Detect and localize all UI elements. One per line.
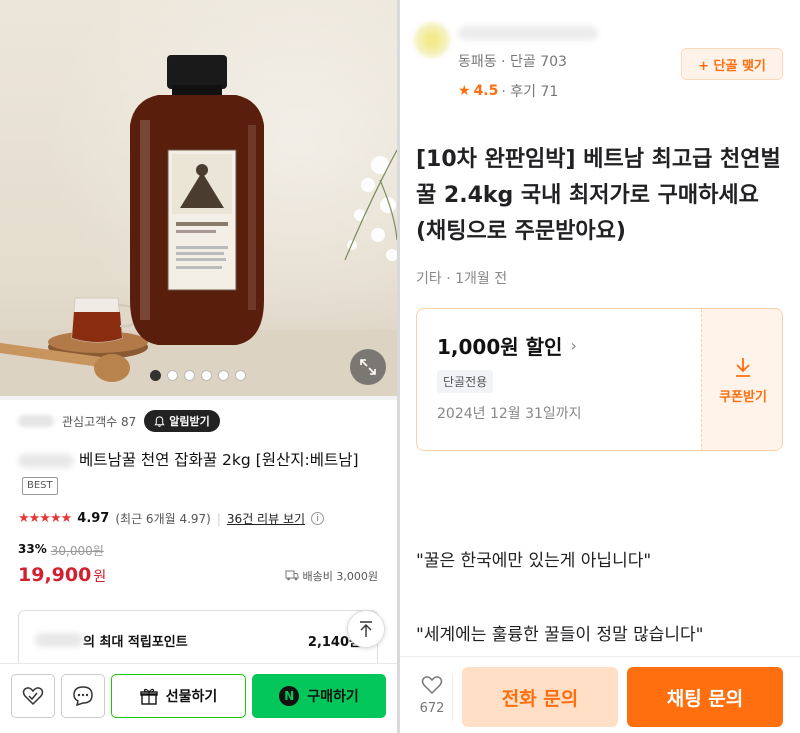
gallery-dot-4[interactable]	[201, 370, 212, 381]
heart-icon	[421, 676, 443, 695]
scroll-to-top-button[interactable]	[347, 610, 385, 648]
interest-count: 관심고객수 87	[62, 414, 137, 429]
review-link[interactable]: 36건 리뷰 보기	[227, 510, 305, 527]
info-icon[interactable]: i	[311, 512, 325, 525]
discount-row: 33% 30,000원	[18, 542, 104, 559]
product-page-left: 관심고객수 87 알림받기 베트남꿀 천연 잡화꿀 2kg [원산지:베트남] …	[0, 0, 397, 733]
seller-review-count: · 후기 71	[501, 84, 559, 100]
alarm-button[interactable]: 알림받기	[144, 410, 220, 432]
talk-button[interactable]	[61, 674, 105, 718]
bell-icon	[154, 415, 165, 427]
gift-button[interactable]: 선물하기	[111, 674, 246, 718]
buy-button[interactable]: N 구매하기	[252, 674, 386, 718]
coupon-expiry: 2024년 12월 31일까지	[437, 406, 582, 422]
gallery-dot-5[interactable]	[218, 370, 229, 381]
expand-icon	[360, 359, 376, 375]
body-quote-1: "꿀은 한국에만 있는게 아닙니다"	[416, 551, 652, 571]
download-icon	[736, 358, 750, 377]
store-name-blurred	[18, 415, 54, 427]
buy-button-label: 구매하기	[307, 689, 359, 705]
shipping-fee: 배송비 3,000원	[302, 569, 378, 583]
phone-inquiry-button[interactable]: 전화 문의	[462, 667, 618, 727]
chat-inquiry-button[interactable]: 채팅 문의	[627, 667, 783, 727]
post-title: [10차 완판임박] 베트남 최고급 천연벌꿀 2.4kg 국내 최저가로 구매…	[416, 147, 781, 244]
original-price: 30,000원	[50, 544, 104, 558]
like-count: 672	[419, 701, 445, 716]
points-brand-blurred	[35, 633, 83, 647]
shipping-info: 배송비 3,000원	[285, 568, 378, 584]
heart-check-icon	[22, 687, 44, 706]
npay-icon: N	[279, 686, 300, 706]
contact-bar: 672 전화 문의 채팅 문의	[400, 656, 800, 733]
chevron-right-icon: ›	[570, 336, 577, 355]
purchase-bar: 선물하기 N 구매하기	[0, 663, 397, 733]
store-meta-row: 관심고객수 87 알림받기	[18, 410, 220, 432]
wishlist-button[interactable]	[11, 674, 55, 718]
coupon-body[interactable]: 1,000원 할인 › 단골전용 2024년 12월 31일까지	[417, 309, 701, 450]
expand-image-button[interactable]	[350, 349, 386, 385]
rating-note: (최근 6개월 4.97)	[115, 512, 211, 526]
coupon-amount-row: 1,000원 할인 ›	[437, 331, 681, 360]
best-badge: BEST	[22, 476, 58, 495]
product-title: 베트남꿀 천연 잡화꿀 2kg [원산지:베트남] BEST	[18, 448, 370, 498]
body-quote-2: "세계에는 훌륭한 꿀들이 정말 많습니다"	[416, 625, 704, 645]
coupon-receive-label: 쿠폰받기	[719, 390, 767, 405]
coupon-amount: 1,000원 할인	[437, 335, 563, 359]
seller-rating-value: 4.5	[473, 83, 499, 99]
discount-rate: 33%	[18, 542, 47, 556]
chat-bubble-icon	[73, 686, 93, 707]
rating-separator: |	[216, 511, 221, 526]
arrow-up-icon	[360, 621, 372, 637]
rating-stars: ★★★★★	[18, 511, 72, 526]
post-meta: 기타 · 1개월 전	[416, 271, 508, 287]
gallery-dot-2[interactable]	[167, 370, 178, 381]
seller-name-blurred[interactable]	[458, 26, 598, 40]
alarm-button-label: 알림받기	[169, 415, 210, 428]
gallery-dot-3[interactable]	[184, 370, 195, 381]
star-icon: ★	[458, 83, 471, 99]
like-separator	[452, 675, 453, 721]
points-box[interactable]: 의 최대 적립포인트 2,140원	[18, 610, 378, 670]
coupon-tag: 단골전용	[437, 370, 494, 393]
gift-icon	[140, 688, 158, 705]
rating-value: 4.97	[77, 511, 110, 526]
product-title-text: 베트남꿀 천연 잡화꿀 2kg [원산지:베트남]	[78, 451, 359, 469]
seller-location: 동패동 · 단골 703	[458, 54, 567, 70]
sale-price: 19,900	[18, 564, 92, 586]
price-unit: 원	[93, 569, 107, 585]
add-regular-button[interactable]: + 단골 맺기	[681, 48, 783, 80]
seller-rating: ★ 4.5 · 후기 71	[458, 81, 558, 101]
rating-row: ★★★★★ 4.97 (최근 6개월 4.97) | 36건 리뷰 보기 i	[18, 510, 325, 527]
truck-icon	[285, 570, 299, 581]
post-page-right: 동패동 · 단골 703 ★ 4.5 · 후기 71 + 단골 맺기 [10차 …	[400, 0, 800, 733]
coupon-card: 1,000원 할인 › 단골전용 2024년 12월 31일까지 쿠폰받기	[416, 308, 783, 451]
brand-blurred	[18, 453, 74, 468]
like-button[interactable]: 672	[416, 675, 448, 716]
gallery-dot-6[interactable]	[235, 370, 246, 381]
gallery-dot-1[interactable]	[150, 370, 161, 381]
points-label: 의 최대 적립포인트	[83, 634, 188, 650]
seller-avatar[interactable]	[414, 22, 450, 58]
price-row: 19,900 원 배송비 3,000원	[18, 564, 378, 586]
product-photo[interactable]	[0, 0, 397, 396]
section-divider	[0, 396, 397, 400]
coupon-receive-button[interactable]: 쿠폰받기	[701, 309, 782, 450]
gallery-pagination	[150, 370, 246, 381]
gift-button-label: 선물하기	[165, 689, 218, 705]
honey-bottle-illustration	[0, 55, 397, 382]
